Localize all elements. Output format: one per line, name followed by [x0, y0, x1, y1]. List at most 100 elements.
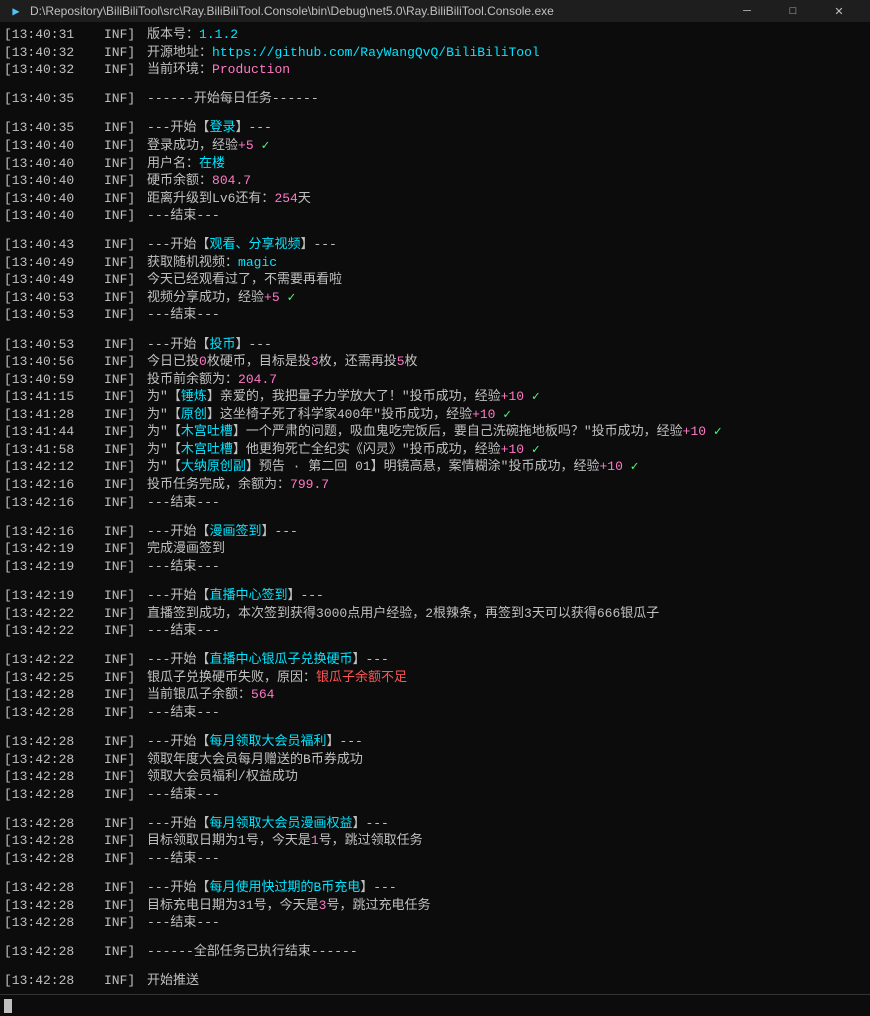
log-message-part: 】一个严肃的问题，吸血鬼吃完饭后，要自己洗碗拖地板吗？"投币成功，经验 [233, 423, 683, 441]
log-message-part: 】--- [287, 587, 323, 605]
log-level: INF] [104, 523, 135, 541]
log-line: [13:40:35 INF] ------开始每日任务------ [4, 90, 866, 108]
log-line: [13:40:40 INF] ---结束--- [4, 207, 866, 225]
log-message-part: 直播中心签到 [209, 587, 287, 605]
log-timestamp: [13:42:19 [4, 540, 104, 558]
log-level: INF] [104, 768, 135, 786]
log-message-part: 】--- [300, 236, 336, 254]
log-message-part: 254 [274, 190, 297, 208]
log-level: INF] [104, 972, 135, 990]
empty-line [4, 640, 866, 652]
log-message-part: 投币 [209, 336, 235, 354]
log-message-part: ✓ [280, 289, 296, 307]
log-message-part: 直播中心银瓜子兑换硬币 [209, 651, 352, 669]
log-line: [13:40:32 INF] 当前环境：Production [4, 61, 866, 79]
log-timestamp: [13:40:49 [4, 254, 104, 272]
log-timestamp: [13:41:28 [4, 406, 104, 424]
log-line: [13:42:22 INF] ---开始【直播中心银瓜子兑换硬币】--- [4, 651, 866, 669]
log-message-part: 】这坐椅子死了科学家400年"投币成功，经验 [207, 406, 472, 424]
log-message-part: ---开始【 [147, 119, 209, 137]
log-timestamp: [13:40:43 [4, 236, 104, 254]
log-message-part: 木宫吐槽 [181, 423, 233, 441]
log-timestamp: [13:42:19 [4, 558, 104, 576]
log-level: INF] [104, 306, 135, 324]
log-message-part: 】--- [235, 119, 271, 137]
app-icon: ▶ [8, 3, 24, 19]
log-timestamp: [13:41:15 [4, 388, 104, 406]
log-timestamp: [13:42:28 [4, 786, 104, 804]
log-timestamp: [13:42:28 [4, 943, 104, 961]
title-bar: ▶ D:\Repository\BiliBiliTool\src\Ray.Bil… [0, 0, 870, 22]
log-message-part: ------开始每日任务------ [147, 90, 319, 108]
log-message-part: 804.7 [212, 172, 251, 190]
log-message-part: 枚，还需再投 [319, 353, 397, 371]
log-line: [13:42:16 INF] ---结束--- [4, 494, 866, 512]
log-message-part: ---开始【 [147, 651, 209, 669]
log-message-part: 在楼 [199, 155, 225, 173]
log-timestamp: [13:40:49 [4, 271, 104, 289]
log-message-part: 今天已经观看过了，不需要再看啦 [147, 271, 342, 289]
log-level: INF] [104, 494, 135, 512]
log-level: INF] [104, 271, 135, 289]
log-line: [13:42:28 INF] 当前银瓜子余额：564 [4, 686, 866, 704]
log-line: [13:41:44 INF] 为"【木宫吐槽】一个严肃的问题，吸血鬼吃完饭后，要… [4, 423, 866, 441]
close-button[interactable]: ✕ [816, 0, 862, 22]
log-message-part: +10 [683, 423, 706, 441]
log-level: INF] [104, 406, 135, 424]
log-level: INF] [104, 371, 135, 389]
log-message-part: 登录 [209, 119, 235, 137]
log-level: INF] [104, 786, 135, 804]
log-line: [13:40:40 INF] 登录成功，经验+5 ✓ [4, 137, 866, 155]
log-message-part: ---结束--- [147, 207, 220, 225]
log-message-part: 登录成功，经验 [147, 137, 238, 155]
log-line: [13:40:53 INF] ---开始【投币】--- [4, 336, 866, 354]
log-line: [13:41:15 INF] 为"【锤炼】亲爱的，我把量子力学放大了！"投币成功… [4, 388, 866, 406]
log-level: INF] [104, 733, 135, 751]
log-timestamp: [13:42:28 [4, 897, 104, 915]
log-level: INF] [104, 605, 135, 623]
log-message-part: 0 [199, 353, 207, 371]
log-timestamp: [13:40:40 [4, 172, 104, 190]
empty-line [4, 721, 866, 733]
log-timestamp: [13:41:58 [4, 441, 104, 459]
log-line: [13:41:58 INF] 为"【木宫吐槽】他更狗死亡全纪实《闪灵》"投币成功… [4, 441, 866, 459]
log-message-part: 5 [397, 353, 405, 371]
log-message-part: ---结束--- [147, 494, 220, 512]
maximize-button[interactable]: □ [770, 0, 816, 22]
log-message-part: 大纳原创副 [181, 458, 246, 476]
log-message-part: ---结束--- [147, 306, 220, 324]
log-timestamp: [13:42:28 [4, 832, 104, 850]
log-message-part: ---开始【 [147, 879, 209, 897]
log-timestamp: [13:42:28 [4, 704, 104, 722]
empty-line [4, 575, 866, 587]
log-line: [13:40:40 INF] 硬币余额：804.7 [4, 172, 866, 190]
log-timestamp: [13:42:16 [4, 494, 104, 512]
log-message-part: 用户名： [147, 155, 199, 173]
log-level: INF] [104, 704, 135, 722]
minimize-button[interactable]: ─ [724, 0, 770, 22]
log-level: INF] [104, 943, 135, 961]
log-timestamp: [13:42:19 [4, 587, 104, 605]
log-level: INF] [104, 651, 135, 669]
log-timestamp: [13:42:28 [4, 850, 104, 868]
log-message-part: 号，跳过领取任务 [319, 832, 423, 850]
log-level: INF] [104, 44, 135, 62]
log-message-part: ✓ [524, 388, 540, 406]
log-level: INF] [104, 353, 135, 371]
log-timestamp: [13:42:28 [4, 768, 104, 786]
log-message-part: 】--- [235, 336, 271, 354]
log-timestamp: [13:42:28 [4, 751, 104, 769]
log-message-part: 】--- [360, 879, 396, 897]
log-level: INF] [104, 850, 135, 868]
log-level: INF] [104, 587, 135, 605]
log-level: INF] [104, 815, 135, 833]
log-level: INF] [104, 207, 135, 225]
console-output: [13:40:31 INF] 版本号：1.1.2[13:40:32 INF] 开… [0, 22, 870, 994]
log-message-part: 领取大会员福利/权益成功 [147, 768, 298, 786]
log-message-part: ✓ [706, 423, 722, 441]
log-line: [13:40:53 INF] ---结束--- [4, 306, 866, 324]
log-timestamp: [13:40:40 [4, 190, 104, 208]
log-message-part: 3 [319, 897, 327, 915]
log-timestamp: [13:40:56 [4, 353, 104, 371]
log-message-part: ✓ [524, 441, 540, 459]
